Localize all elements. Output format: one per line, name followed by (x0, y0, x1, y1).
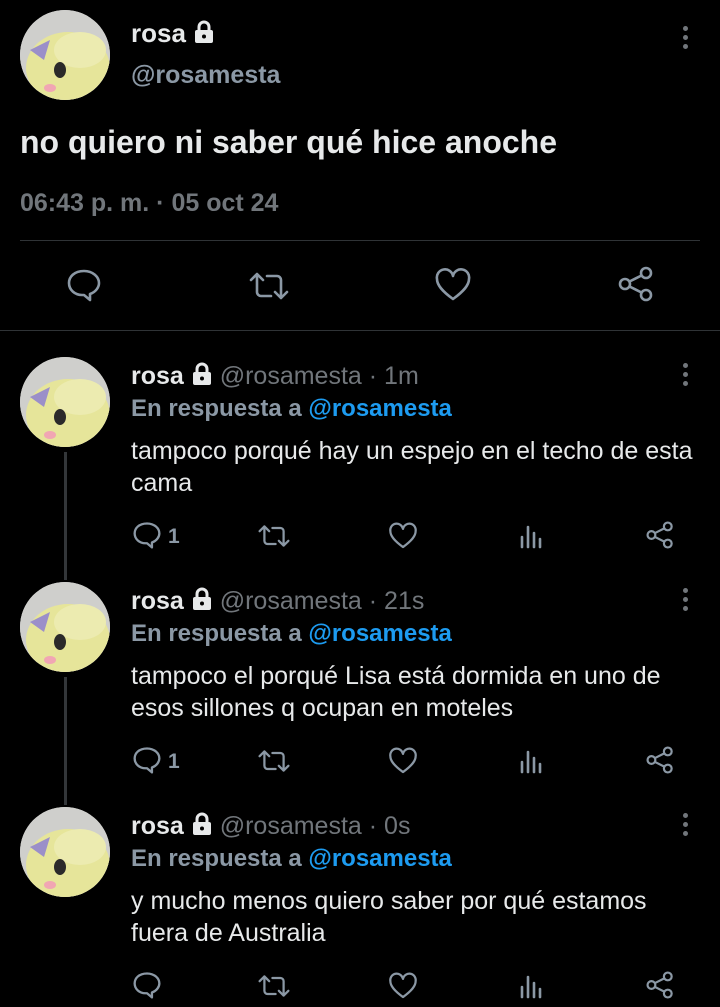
reply-count: 1 (168, 750, 180, 773)
retweet-icon[interactable] (258, 523, 290, 549)
handle[interactable]: @rosamesta (131, 60, 280, 90)
retweet-icon[interactable] (249, 270, 289, 302)
share-icon[interactable] (645, 971, 675, 999)
display-name[interactable]: rosa (131, 587, 184, 615)
views-icon[interactable] (519, 523, 545, 549)
handle[interactable]: @rosamesta (220, 362, 362, 390)
divider (0, 330, 720, 331)
mention-link[interactable]: @rosamesta (308, 845, 451, 872)
views-icon[interactable] (519, 748, 545, 774)
thread-line (64, 677, 67, 805)
reply-count: 1 (168, 525, 180, 548)
reply-icon[interactable] (132, 521, 162, 549)
share-icon[interactable] (645, 521, 675, 549)
tweet-text: no quiero ni saber qué hice anoche (20, 124, 557, 160)
reply-label: En respuesta a (131, 845, 302, 872)
display-name[interactable]: rosa (131, 812, 184, 840)
reply-context: En respuesta a @rosamesta (131, 394, 452, 424)
reply-icon[interactable] (132, 971, 162, 999)
thread-line (64, 452, 67, 580)
handle[interactable]: @rosamesta (220, 587, 362, 615)
retweet-icon[interactable] (258, 748, 290, 774)
avatar[interactable] (20, 10, 110, 100)
timestamp[interactable]: · 21s (369, 587, 425, 615)
more-icon[interactable] (680, 363, 690, 389)
reply-label: En respuesta a (131, 620, 302, 647)
heart-icon[interactable] (388, 972, 418, 1000)
handle[interactable]: @rosamesta (220, 812, 362, 840)
timestamp[interactable]: · 1m (369, 362, 419, 390)
share-icon[interactable] (645, 746, 675, 774)
more-icon[interactable] (680, 26, 690, 52)
avatar[interactable] (20, 807, 110, 897)
reply-icon[interactable] (132, 746, 162, 774)
tweet-text: tampoco el porqué Lisa está dormida en u… (131, 662, 661, 722)
timestamp[interactable]: · 0s (369, 812, 411, 840)
lock-icon (191, 362, 213, 393)
reply-context: En respuesta a @rosamesta (131, 619, 452, 649)
avatar[interactable] (20, 357, 110, 447)
mention-link[interactable]: @rosamesta (308, 395, 451, 422)
lock-icon (191, 587, 213, 618)
heart-icon[interactable] (434, 268, 472, 302)
reply-context: En respuesta a @rosamesta (131, 844, 452, 874)
display-name[interactable]: rosa (131, 17, 215, 51)
lock-icon (193, 19, 215, 51)
reply-header: rosa @rosamesta · 1m (131, 361, 419, 393)
avatar[interactable] (20, 582, 110, 672)
heart-icon[interactable] (388, 522, 418, 550)
more-icon[interactable] (680, 813, 690, 839)
display-name[interactable]: rosa (131, 362, 184, 390)
heart-icon[interactable] (388, 747, 418, 775)
reply-icon[interactable] (66, 268, 102, 302)
divider (20, 240, 700, 241)
reply-header: rosa @rosamesta · 0s (131, 811, 410, 843)
timestamp[interactable]: 06:43 p. m. · 05 oct 24 (20, 187, 278, 219)
reply-label: En respuesta a (131, 395, 302, 422)
tweet-text: tampoco porqué hay un espejo en el techo… (131, 437, 693, 497)
more-icon[interactable] (680, 588, 690, 614)
share-icon[interactable] (617, 266, 655, 302)
retweet-icon[interactable] (258, 973, 290, 999)
mention-link[interactable]: @rosamesta (308, 620, 451, 647)
reply-header: rosa @rosamesta · 21s (131, 586, 424, 618)
lock-icon (191, 812, 213, 843)
tweet-text: y mucho menos quiero saber por qué estam… (131, 887, 647, 947)
display-name-text[interactable]: rosa (131, 18, 186, 48)
views-icon[interactable] (519, 973, 545, 999)
